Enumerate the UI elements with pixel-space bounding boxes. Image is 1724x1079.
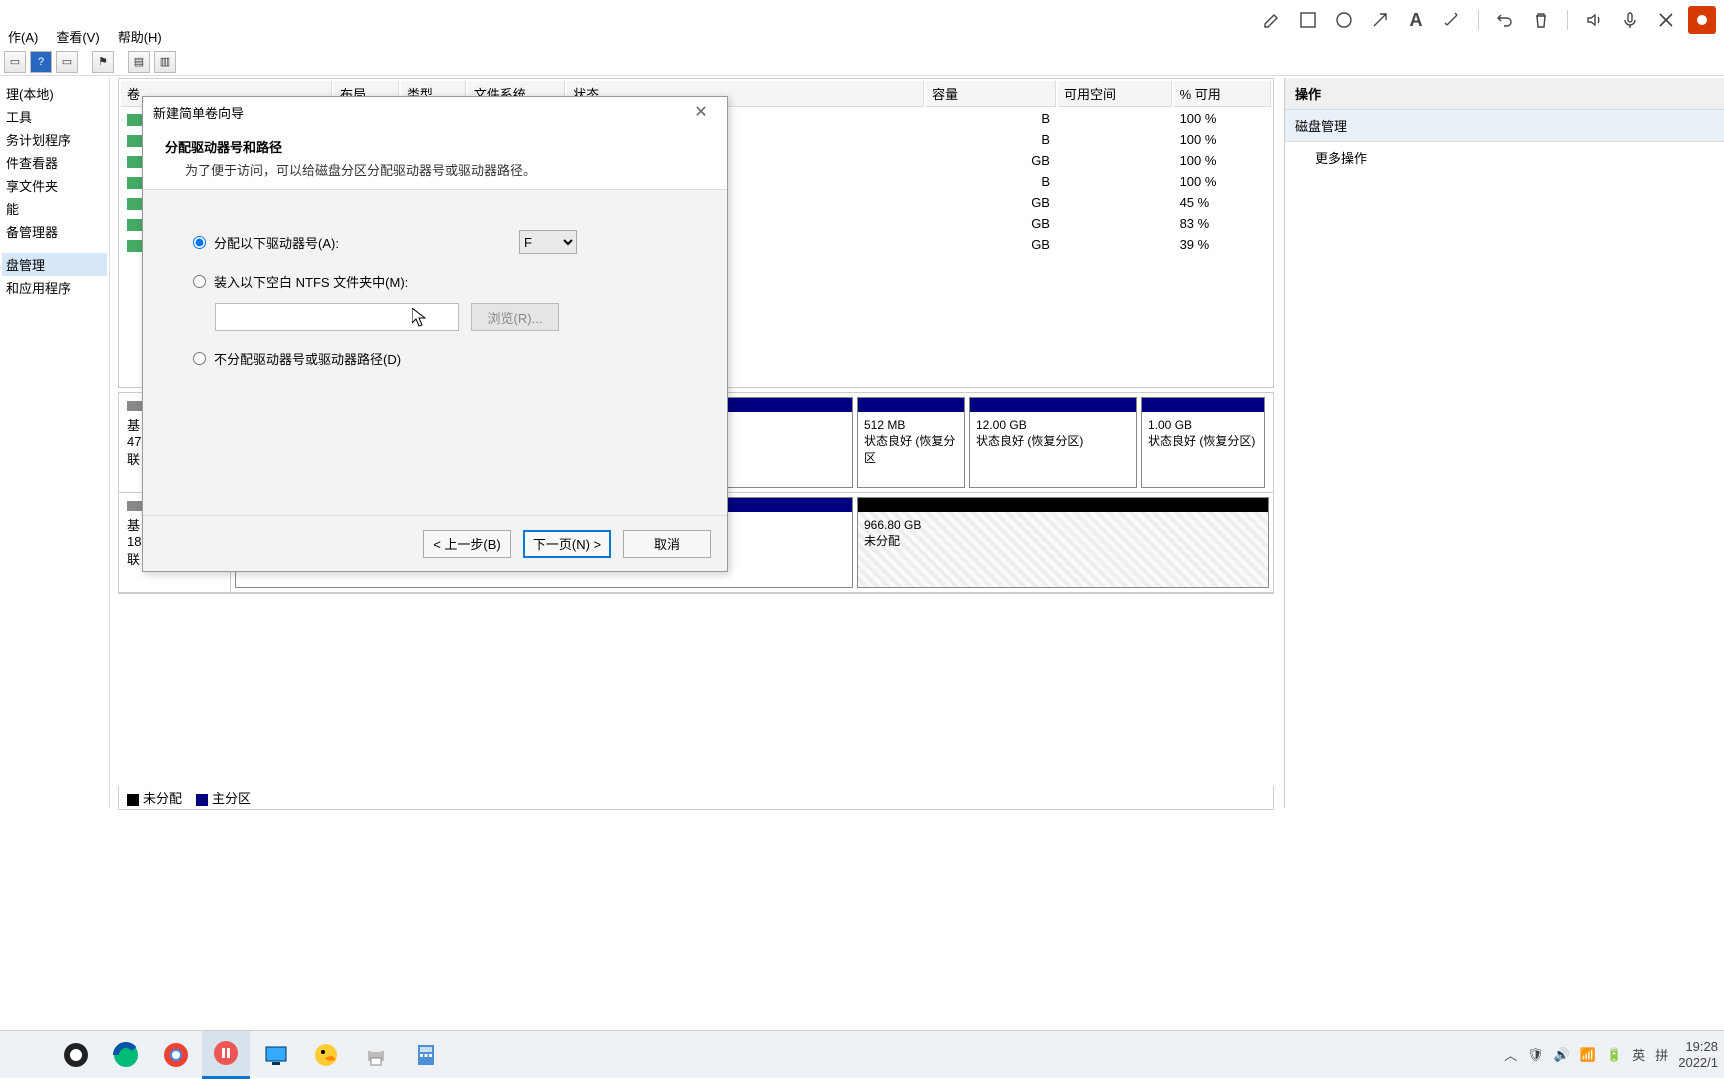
- toolbar-btn-1[interactable]: ▭: [4, 51, 26, 73]
- tray-wifi-icon[interactable]: 📶: [1580, 1047, 1596, 1063]
- label-no-assign: 不分配驱动器号或驱动器路径(D): [214, 349, 401, 368]
- nav-tree: 理(本地) 工具 务计划程序 件查看器 享文件夹 能 备管理器 盘管理 和应用程…: [0, 78, 110, 808]
- text-icon[interactable]: A: [1402, 6, 1430, 34]
- back-button[interactable]: < 上一步(B): [423, 530, 511, 558]
- speaker-icon[interactable]: [1580, 6, 1608, 34]
- nav-item[interactable]: 能: [2, 197, 107, 220]
- part-size: 1.00 GB: [1148, 418, 1258, 432]
- taskbar-chrome-icon[interactable]: [152, 1031, 200, 1079]
- tray-ime-mode[interactable]: 拼: [1655, 1045, 1668, 1064]
- toolbar-btn-3[interactable]: ▭: [56, 51, 78, 73]
- radio-mount-folder[interactable]: [193, 275, 206, 288]
- taskbar-print-icon[interactable]: [352, 1031, 400, 1079]
- taskbar-obs-icon[interactable]: [52, 1031, 100, 1079]
- actions-header: 操作: [1285, 78, 1724, 110]
- trash-icon[interactable]: [1527, 6, 1555, 34]
- mount-path-input: [215, 303, 459, 331]
- toolbar: ▭ ? ▭ ⚑ ▤ ▥: [0, 48, 1724, 76]
- nav-item[interactable]: 工具: [2, 105, 107, 128]
- actions-category[interactable]: 磁盘管理: [1285, 110, 1724, 142]
- arrow-icon[interactable]: [1366, 6, 1394, 34]
- browse-button: 浏览(R)...: [471, 303, 559, 331]
- legend-primary: 主分区: [196, 788, 251, 807]
- tray-volume-icon[interactable]: 🔊: [1554, 1047, 1570, 1063]
- tray-security-icon[interactable]: 🛡: [1527, 1047, 1544, 1063]
- taskbar-monitor-icon[interactable]: [252, 1031, 300, 1079]
- annotation-toolbar: A: [1250, 0, 1724, 40]
- wizard-subheading: 为了便于访问，可以给磁盘分区分配驱动器号或驱动器路径。: [165, 160, 705, 179]
- tray-time: 19:28: [1678, 1039, 1718, 1055]
- mic-icon[interactable]: [1616, 6, 1644, 34]
- col-pct[interactable]: % 可用: [1174, 81, 1271, 107]
- actions-pane: 操作 磁盘管理 更多操作: [1284, 78, 1724, 808]
- nav-item[interactable]: 享文件夹: [2, 174, 107, 197]
- tray-battery-icon[interactable]: 🔋: [1606, 1047, 1622, 1063]
- nav-item-disk-management[interactable]: 盘管理: [2, 253, 107, 276]
- taskbar-duck-icon[interactable]: [302, 1031, 350, 1079]
- toolbar-btn-5[interactable]: ▤: [128, 51, 150, 73]
- nav-item[interactable]: 务计划程序: [2, 128, 107, 151]
- menu-bar: 作(A) 查看(V) 帮助(H): [0, 24, 162, 48]
- taskbar-calc-icon[interactable]: [402, 1031, 450, 1079]
- record-icon[interactable]: [1688, 6, 1716, 34]
- radio-assign-letter[interactable]: [193, 236, 206, 249]
- wizard-close-button[interactable]: ✕: [685, 102, 717, 122]
- square-icon[interactable]: [1294, 6, 1322, 34]
- close-icon[interactable]: [1652, 6, 1680, 34]
- wizard-heading: 分配驱动器号和路径: [165, 137, 705, 156]
- partition-recovery-3[interactable]: 1.00 GB 状态良好 (恢复分区): [1141, 397, 1265, 488]
- part-status: 未分配: [864, 532, 1262, 549]
- col-capacity[interactable]: 容量: [926, 81, 1056, 107]
- part-size: 966.80 GB: [864, 518, 1262, 532]
- part-size: 512 MB: [864, 418, 958, 432]
- wizard-title: 新建简单卷向导: [153, 103, 685, 122]
- tray-chevron-icon[interactable]: ︿: [1504, 1045, 1517, 1064]
- cancel-button[interactable]: 取消: [623, 530, 711, 558]
- tray-date: 2022/1: [1678, 1055, 1718, 1071]
- tray-clock[interactable]: 19:28 2022/1: [1678, 1039, 1718, 1070]
- circle-icon[interactable]: [1330, 6, 1358, 34]
- menu-help[interactable]: 帮助(H): [118, 27, 162, 46]
- label-assign-letter: 分配以下驱动器号(A):: [214, 233, 339, 252]
- taskbar-start[interactable]: [2, 1031, 50, 1079]
- nav-item[interactable]: 理(本地): [2, 82, 107, 105]
- new-volume-wizard-dialog: 新建简单卷向导 ✕ 分配驱动器号和路径 为了便于访问，可以给磁盘分区分配驱动器号…: [142, 96, 728, 572]
- label-mount-folder: 装入以下空白 NTFS 文件夹中(M):: [214, 272, 408, 291]
- menu-view[interactable]: 查看(V): [56, 27, 99, 46]
- actions-more[interactable]: 更多操作: [1285, 142, 1724, 173]
- undo-icon[interactable]: [1491, 6, 1519, 34]
- col-free[interactable]: 可用空间: [1058, 81, 1172, 107]
- next-button[interactable]: 下一页(N) >: [523, 530, 611, 558]
- menu-action[interactable]: 作(A): [8, 27, 38, 46]
- drive-letter-select[interactable]: F: [519, 230, 577, 254]
- part-status: 状态良好 (恢复分区): [976, 432, 1130, 449]
- taskbar-app-icon[interactable]: [202, 1031, 250, 1079]
- radio-no-assign[interactable]: [193, 352, 206, 365]
- taskbar: ︿ 🛡 🔊 📶 🔋 英 拼 19:28 2022/1: [0, 1030, 1724, 1078]
- partition-unallocated[interactable]: 966.80 GB 未分配: [857, 497, 1269, 588]
- part-size: 12.00 GB: [976, 418, 1130, 432]
- legend-unallocated: 未分配: [127, 788, 182, 807]
- partition-recovery-2[interactable]: 12.00 GB 状态良好 (恢复分区): [969, 397, 1137, 488]
- nav-item[interactable]: 和应用程序: [2, 276, 107, 299]
- toolbar-btn-help[interactable]: ?: [30, 51, 52, 73]
- toolbar-btn-4[interactable]: ⚑: [92, 51, 114, 73]
- partition-recovery-1[interactable]: 512 MB 状态良好 (恢复分区: [857, 397, 965, 488]
- taskbar-edge-icon[interactable]: [102, 1031, 150, 1079]
- part-status: 状态良好 (恢复分区): [1148, 432, 1258, 449]
- toolbar-btn-6[interactable]: ▥: [154, 51, 176, 73]
- part-status: 状态良好 (恢复分区: [864, 432, 958, 466]
- pencil-icon[interactable]: [1258, 6, 1286, 34]
- tray-ime-lang[interactable]: 英: [1632, 1045, 1645, 1064]
- nav-item[interactable]: 备管理器: [2, 220, 107, 243]
- legend: 未分配 主分区: [118, 786, 1274, 810]
- nav-item[interactable]: 件查看器: [2, 151, 107, 174]
- wand-icon[interactable]: [1438, 6, 1466, 34]
